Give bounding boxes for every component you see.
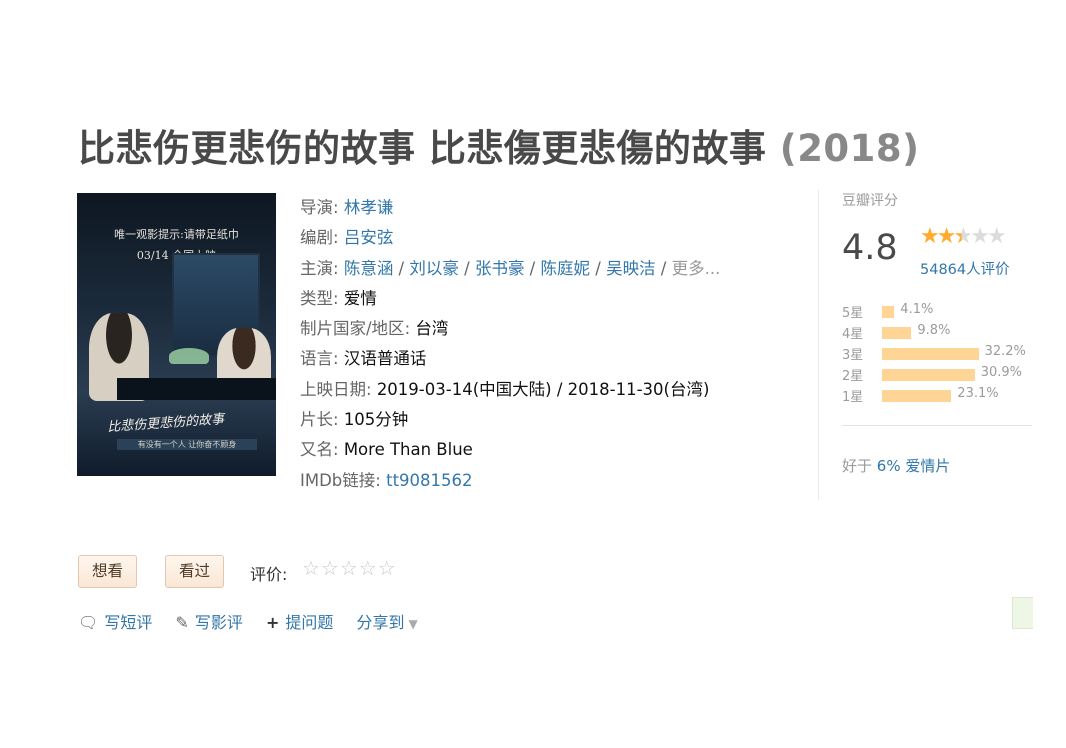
rating-bar-percent: 9.8% [917, 323, 951, 338]
rating-panel: 豆瓣评分 4.8 ★★★★★ 54864人评价 5星 4.1% 4星 9.8% 3星 32… [842, 190, 1032, 405]
release-value: 2019-03-14(中国大陆) / 2018-11-30(台湾) [376, 379, 710, 399]
movie-info: 导演: 林孝谦 编剧: 吕安弦 主演: 陈意涵 / 刘以豪 / 张书豪 / 陈庭… [300, 193, 720, 496]
writer-row: 编剧: 吕安弦 [300, 228, 394, 248]
cast-row: 主演: 陈意涵 / 刘以豪 / 张书豪 / 陈庭妮 / 吴映洁 / 更多... [300, 258, 721, 278]
rating-bar-label: 5星 [842, 306, 864, 321]
imdb-link[interactable]: tt9081562 [386, 471, 472, 490]
poster-desk-art [117, 378, 276, 400]
rating-bar-percent: 32.2% [984, 344, 1026, 359]
language-label: 语言 [300, 349, 333, 369]
aka-row: 又名: More Than Blue [300, 440, 473, 460]
rating-header: 豆瓣评分 [842, 193, 898, 209]
imdb-label: IMDb链接 [300, 470, 376, 490]
director-row: 导演: 林孝谦 [300, 198, 394, 217]
cast-link-0[interactable]: 陈意涵 [344, 259, 394, 278]
runtime-row: 片长: 105分钟 [300, 410, 409, 430]
poster-subtitle: 有没有一个人 让你奋不顾身 [117, 439, 257, 450]
rating-score: 4.8 [842, 228, 898, 268]
better-than: 好于 6% 爱情片 [842, 455, 950, 476]
rating-divider [818, 190, 819, 500]
writer-link[interactable]: 吕安弦 [344, 228, 394, 247]
rating-bar-percent: 30.9% [980, 365, 1022, 380]
language-row: 语言: 汉语普通话 [300, 349, 427, 369]
better-than-value-link[interactable]: 6% [877, 457, 901, 475]
action-links: 🗨 写短评 ✎ 写影评 + 提问题 分享到 ▼ [78, 609, 436, 633]
share-label: 分享到 [356, 613, 405, 632]
rating-bar-fill [882, 348, 979, 360]
runtime-value: 105分钟 [343, 410, 409, 430]
share-dropdown[interactable]: 分享到 ▼ [356, 609, 417, 633]
rating-bar-percent: 4.1% [900, 302, 934, 317]
genre-value: 爱情 [343, 288, 377, 308]
release-row: 上映日期: 2019-03-14(中国大陆) / 2018-11-30(台湾) [300, 379, 710, 399]
ask-question-label: 提问题 [285, 613, 334, 632]
poster-title-art: 比悲伤更悲伤的故事 [106, 412, 225, 436]
pencil-icon: ✎ [175, 613, 189, 632]
rating-bar-fill [882, 327, 912, 339]
imdb-row: IMDb链接: tt9081562 [300, 470, 473, 490]
better-than-genre-link[interactable]: 爱情片 [905, 457, 950, 475]
watched-button[interactable]: 看过 [165, 555, 225, 588]
cast-label: 主演 [300, 258, 333, 278]
genre-row: 类型: 爱情 [300, 288, 377, 308]
rating-bar-label: 4星 [842, 327, 864, 342]
side-widget-tab[interactable] [1012, 597, 1033, 629]
cast-link-1[interactable]: 刘以豪 [409, 259, 459, 278]
aka-label: 又名 [300, 440, 333, 460]
director-label: 导演 [300, 198, 333, 217]
movie-poster[interactable]: 唯一观影提示:请带足纸巾 03/14 全国上映 比悲伤更悲伤的故事 有没有一个人… [77, 193, 276, 476]
rating-bar-fill [882, 390, 952, 402]
rating-bar-label: 3星 [842, 348, 864, 363]
writer-label: 编剧 [300, 228, 333, 248]
write-short-review-label: 写短评 [104, 613, 153, 632]
language-value: 汉语普通话 [343, 349, 427, 369]
write-review-label: 写影评 [194, 613, 243, 632]
speech-bubble-icon: 🗨 [78, 613, 99, 632]
rating-bar-label: 2星 [842, 369, 864, 384]
cast-more-link[interactable]: 更多... [672, 259, 721, 278]
cast-link-3[interactable]: 陈庭妮 [541, 259, 591, 278]
write-short-review-link[interactable]: 🗨 写短评 [78, 609, 152, 633]
country-row: 制片国家/地区: 台湾 [300, 319, 449, 339]
poster-tagline: 唯一观影提示:请带足纸巾 [114, 228, 239, 241]
movie-year: (2018) [779, 127, 920, 170]
rating-count-link[interactable]: 54864人评价 [920, 258, 1010, 279]
poster-lamp-art [169, 348, 209, 364]
page-title: 比悲伤更悲伤的故事 比悲傷更悲傷的故事 (2018) [78, 118, 920, 172]
runtime-label: 片长 [300, 410, 333, 430]
movie-title: 比悲伤更悲伤的故事 比悲傷更悲傷的故事 [78, 127, 767, 170]
rating-bar-label: 1星 [842, 390, 864, 405]
country-value: 台湾 [415, 319, 449, 339]
ask-question-link[interactable]: + 提问题 [266, 609, 333, 633]
caret-down-icon: ▼ [408, 617, 418, 631]
rating-bar-fill [882, 306, 895, 318]
write-review-link[interactable]: ✎ 写影评 [175, 609, 242, 633]
director-link[interactable]: 林孝谦 [344, 198, 394, 217]
country-label: 制片国家/地区 [300, 319, 405, 339]
aka-value: More Than Blue [343, 440, 473, 460]
rate-label: 评价: [250, 565, 288, 584]
cast-link-2[interactable]: 张书豪 [475, 259, 525, 278]
plus-icon: + [265, 613, 280, 632]
genre-label: 类型 [300, 288, 333, 308]
want-to-watch-button[interactable]: 想看 [78, 555, 138, 588]
better-than-prefix: 好于 [842, 457, 873, 475]
cast-link-4[interactable]: 吴映洁 [606, 259, 656, 278]
rate-stars-input[interactable]: ☆☆☆☆☆ [302, 556, 397, 580]
release-label: 上映日期 [300, 379, 366, 399]
rating-bar-fill [882, 369, 975, 381]
rating-separator [842, 425, 1032, 426]
rating-bar-percent: 23.1% [957, 386, 999, 401]
rating-stars-icon: ★★★★★ [920, 224, 1007, 249]
